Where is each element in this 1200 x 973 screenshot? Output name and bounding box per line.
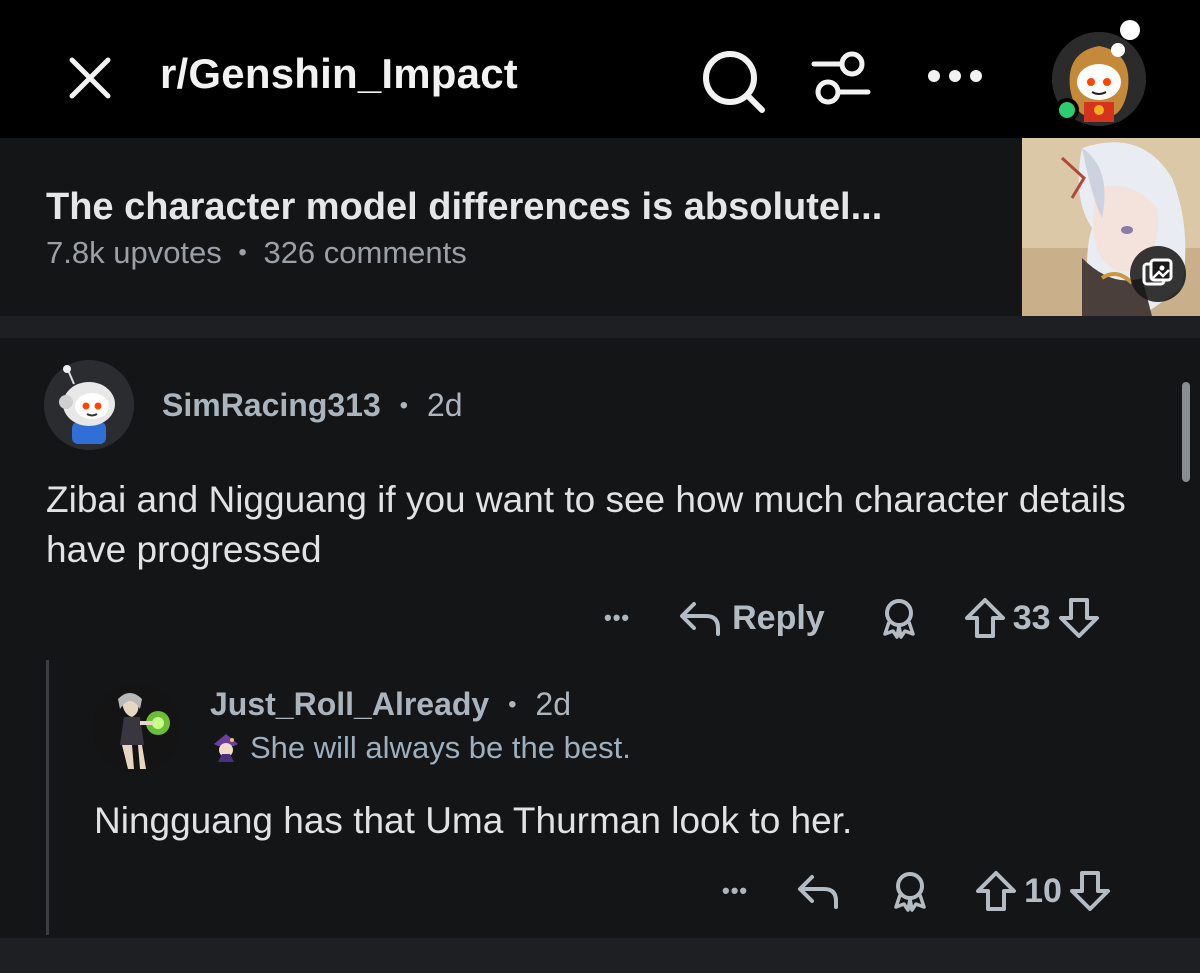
reply-username[interactable]: Just_Roll_Already xyxy=(210,686,489,722)
comment-body: Zibai and Nigguang if you want to see ho… xyxy=(46,479,1126,570)
section-divider-bottom xyxy=(0,938,1200,973)
snoo-astronaut-avatar-icon xyxy=(44,360,134,450)
reply-actions: ••• 10 xyxy=(722,866,1112,916)
overflow-menu-button[interactable] xyxy=(918,56,992,96)
author-separator: • xyxy=(399,392,409,419)
post-title[interactable]: The character model differences is absol… xyxy=(46,186,882,229)
search-button[interactable] xyxy=(698,46,768,116)
reply-age: 2d xyxy=(535,686,571,722)
comment-age: 2d xyxy=(426,387,463,423)
comment-username[interactable]: SimRacing313 xyxy=(162,387,381,423)
reply-button[interactable]: Reply xyxy=(732,599,825,638)
upvote-count: 7.8k upvotes xyxy=(46,235,222,270)
user-flair: She will always be the best. xyxy=(210,730,631,766)
character-avatar-icon xyxy=(92,683,182,773)
upvote-icon[interactable] xyxy=(974,869,1018,913)
scrollbar[interactable] xyxy=(1182,382,1190,482)
post-header[interactable]: The character model differences is absol… xyxy=(0,138,1200,316)
sliders-icon xyxy=(811,51,871,105)
author-separator: • xyxy=(508,691,517,718)
gallery-icon xyxy=(1142,258,1173,286)
comment-more-button[interactable]: ••• xyxy=(604,605,630,631)
filter-button[interactable] xyxy=(806,44,878,114)
reply-score: 10 xyxy=(1024,871,1062,910)
more-horizontal-icon xyxy=(928,70,982,82)
upvote-icon[interactable] xyxy=(963,596,1007,640)
subreddit-title[interactable]: r/Genshin_Impact xyxy=(160,50,518,98)
award-icon[interactable] xyxy=(888,869,932,913)
post-meta: 7.8k upvotes • 326 comments xyxy=(46,235,467,271)
notification-dot xyxy=(1120,20,1140,40)
reply-body: Ningguang has that Uma Thurman look to h… xyxy=(94,800,853,841)
comment-actions: ••• Reply 33 xyxy=(604,593,1101,643)
reply-icon[interactable] xyxy=(678,596,722,640)
comment-author-line: SimRacing313 • 2d xyxy=(162,387,463,424)
reply-more-button[interactable]: ••• xyxy=(722,878,748,904)
downvote-icon[interactable] xyxy=(1057,596,1101,640)
reply-avatar[interactable] xyxy=(92,683,182,773)
reply-icon[interactable] xyxy=(796,869,840,913)
flair-text: She will always be the best. xyxy=(250,730,631,765)
thread-line[interactable] xyxy=(46,660,49,935)
online-status-indicator xyxy=(1055,98,1079,122)
close-icon xyxy=(69,57,111,99)
reply-author-line: Just_Roll_Already • 2d xyxy=(210,686,571,723)
comment-count: 326 comments xyxy=(263,235,467,270)
search-icon xyxy=(703,51,765,113)
award-icon[interactable] xyxy=(877,596,921,640)
section-divider xyxy=(0,316,1200,338)
meta-separator: • xyxy=(238,239,247,266)
close-button[interactable] xyxy=(62,50,118,106)
downvote-icon[interactable] xyxy=(1068,869,1112,913)
gallery-badge xyxy=(1130,246,1186,302)
flair-emoji-icon xyxy=(214,734,238,762)
comment-avatar[interactable] xyxy=(44,360,134,450)
comment-score: 33 xyxy=(1012,598,1051,637)
